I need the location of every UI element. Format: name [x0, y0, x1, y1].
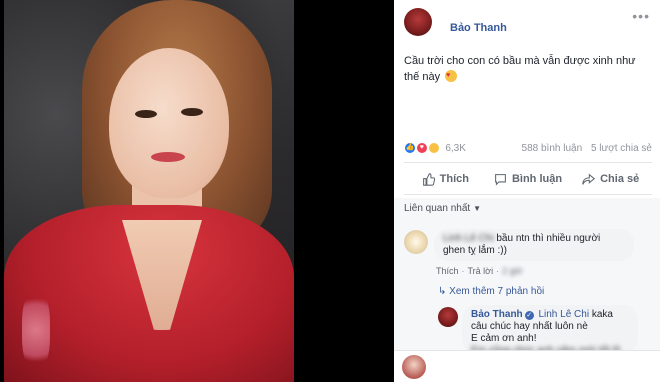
post-photo[interactable]	[4, 0, 294, 382]
divider	[404, 162, 652, 163]
comment-composer[interactable]	[394, 350, 660, 382]
view-more-replies-link[interactable]: ↳ Xem thêm 7 phản hồi	[438, 286, 544, 297]
share-button-label: Chia sẻ	[600, 173, 640, 185]
photo-right-eye	[181, 108, 203, 116]
reply-arrow-icon: ↳	[438, 286, 450, 297]
commenter-name[interactable]: Linh Lê Chi	[443, 233, 494, 244]
author-name[interactable]: Bảo Thanh	[450, 22, 507, 34]
comment-filter-dropdown[interactable]: Liên quan nhất ▼	[404, 203, 481, 214]
divider	[404, 194, 652, 195]
view-more-replies-label: Xem thêm 7 phản hồi	[449, 286, 545, 297]
like-button[interactable]: Thích	[404, 168, 487, 190]
photo-dress-embroidery	[22, 290, 50, 370]
photo-lips	[151, 152, 185, 162]
photo-face	[109, 48, 229, 198]
comment-bubble: Linh Lê Chi bầu ntn thì nhiều người ghen…	[434, 229, 634, 261]
reactions-bar: 👍 ♥ 6,3K 588 bình luận 5 lượt chia sẻ	[404, 142, 652, 156]
comment-like-link[interactable]: Thích	[436, 266, 459, 276]
reply-author-name[interactable]: Bảo Thanh	[471, 309, 523, 320]
post-stats: 588 bình luận 5 lượt chia sẻ	[522, 143, 652, 154]
more-options-icon[interactable]: •••	[632, 8, 650, 24]
share-button[interactable]: Chia sẻ	[569, 168, 652, 190]
post-text-content: Cầu trời cho con có bầu mà vẫn được xinh…	[404, 55, 636, 83]
reactions-count[interactable]: 6,3K	[445, 143, 466, 154]
like-button-label: Thích	[439, 173, 469, 185]
comment-button[interactable]: Bình luận	[487, 168, 570, 190]
comment-time[interactable]: 2 giờ	[502, 266, 522, 276]
post-side-panel: Bảo Thanh ••• Cầu trời cho con có bầu mà…	[394, 0, 660, 382]
reply-text-line2: E cảm ơn anh!	[471, 333, 537, 344]
author-avatar[interactable]	[404, 8, 432, 36]
comment-reply-link[interactable]: Trả lời	[468, 266, 494, 276]
current-user-avatar	[402, 355, 426, 379]
commenter-avatar[interactable]	[404, 230, 428, 254]
reply-bubble: Bảo Thanh ✓ Linh Lê Chi kaka câu chúc hay…	[462, 305, 638, 353]
thumbs-up-icon	[422, 172, 435, 186]
comment-meta: Thích · Trả lời · 2 giờ	[436, 266, 523, 276]
share-arrow-icon	[582, 172, 596, 185]
comment-button-label: Bình luận	[511, 173, 563, 185]
caret-down-icon: ▼	[473, 204, 482, 213]
comment-icon	[495, 173, 506, 186]
reply-mention[interactable]: Linh Lê Chi	[538, 309, 589, 320]
photo-left-eye	[135, 110, 157, 118]
photo-viewer	[0, 0, 394, 382]
haha-reaction-icon[interactable]	[427, 142, 440, 154]
shares-count[interactable]: 5 lượt chia sẻ	[591, 143, 652, 154]
post-text: Cầu trời cho con có bầu mà vẫn được xinh…	[404, 53, 650, 85]
comment-filter-label: Liên quan nhất	[404, 203, 471, 214]
reply-author-avatar[interactable]	[438, 307, 458, 327]
like-reaction-icon[interactable]: 👍	[404, 142, 416, 154]
verified-badge-icon: ✓	[524, 311, 534, 320]
post-actions: Thích Bình luận Chia sẻ	[404, 168, 652, 190]
heart-eyes-emoji-icon	[445, 68, 458, 84]
love-reaction-icon[interactable]: ♥	[415, 142, 428, 154]
comments-count[interactable]: 588 bình luận	[522, 143, 583, 154]
